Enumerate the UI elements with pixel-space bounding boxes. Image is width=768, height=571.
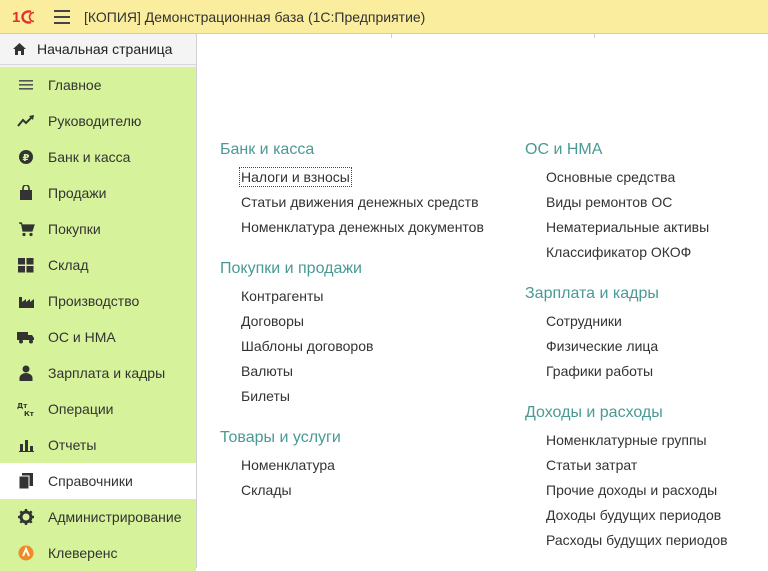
svg-text:₽: ₽ bbox=[23, 153, 30, 164]
directory-link[interactable]: Доходы будущих периодов bbox=[546, 506, 728, 531]
group: Доходы и расходы Номенклатурные группы Ста… bbox=[525, 403, 728, 556]
group: Товары и услуги Номенклатура Склады bbox=[220, 428, 484, 506]
sidebar-item-13[interactable]: Клеверенс bbox=[0, 535, 196, 571]
sidebar-item-label: Склад bbox=[48, 257, 89, 273]
sidebar-item-label: Главное bbox=[48, 77, 102, 93]
group: ОС и НМА Основные средства Виды ремонтов О… bbox=[525, 140, 728, 268]
group-title: Доходы и расходы bbox=[525, 404, 663, 421]
directory-link[interactable]: Налоги и взносы bbox=[239, 167, 484, 193]
directory-link[interactable]: Классификатор ОКОФ bbox=[546, 243, 728, 268]
group: Зарплата и кадры Сотрудники Физические лиц… bbox=[525, 284, 728, 387]
directory-link[interactable]: Виды ремонтов ОС bbox=[546, 193, 728, 218]
sidebar-item-label: Руководителю bbox=[48, 113, 142, 129]
sidebar-item-label: Отчеты bbox=[48, 437, 97, 453]
home-page-label: Начальная страница bbox=[37, 41, 173, 57]
sidebar-item-6[interactable]: Производство bbox=[0, 283, 196, 319]
1c-logo[interactable]: 1 bbox=[12, 7, 42, 27]
sections-list: Главное Руководителю ₽ Банк и касса Продажи П… bbox=[0, 67, 196, 571]
book-icon bbox=[17, 472, 35, 490]
link-list: Налоги и взносы Статьи движения денежных … bbox=[220, 167, 484, 243]
title-bar: 1 [КОПИЯ] Демонстрационная база (1С:Пред… bbox=[0, 0, 768, 34]
directory-link[interactable]: Статьи движения денежных средств bbox=[241, 193, 484, 218]
sidebar-item-label: ОС и НМА bbox=[48, 329, 116, 345]
svg-text:Кт: Кт bbox=[24, 410, 35, 417]
link-list: Контрагенты Договоры Шаблоны договоров Валю… bbox=[220, 287, 484, 412]
sidebar-item-1[interactable]: Руководителю bbox=[0, 103, 196, 139]
person-icon bbox=[17, 364, 35, 382]
group-title: Банк и касса bbox=[220, 141, 315, 158]
cleverence-icon bbox=[17, 544, 35, 562]
sidebar-item-11[interactable]: Справочники bbox=[0, 463, 196, 499]
home-icon bbox=[9, 42, 29, 56]
group-title: Товары и услуги bbox=[220, 429, 341, 446]
directory-link[interactable]: Физические лица bbox=[546, 337, 728, 362]
sidebar-item-2[interactable]: ₽ Банк и касса bbox=[0, 139, 196, 175]
link-list: Основные средства Виды ремонтов ОС Нематер… bbox=[525, 168, 728, 268]
sidebar-item-label: Справочники bbox=[48, 473, 133, 489]
app-title: [КОПИЯ] Демонстрационная база (1С:Предпр… bbox=[84, 8, 426, 25]
directory-link[interactable]: Прочие доходы и расходы bbox=[546, 481, 728, 506]
sidebar-item-label: Банк и касса bbox=[48, 149, 131, 165]
link-list: Сотрудники Физические лица Графики работы bbox=[525, 312, 728, 387]
sidebar-item-4[interactable]: Покупки bbox=[0, 211, 196, 247]
sidebar-item-9[interactable]: Дт Кт Операции bbox=[0, 391, 196, 427]
trend-up-icon bbox=[17, 112, 35, 130]
directory-link[interactable]: Основные средства bbox=[546, 168, 728, 193]
directory-link[interactable]: Сотрудники bbox=[546, 312, 728, 337]
cart-icon bbox=[17, 220, 35, 238]
home-page-item[interactable]: Начальная страница bbox=[0, 34, 196, 65]
directory-link[interactable]: Графики работы bbox=[546, 362, 728, 387]
directories-panel: Банк и касса Налоги и взносы Статьи движен… bbox=[198, 34, 768, 568]
directory-link[interactable]: Шаблоны договоров bbox=[241, 337, 484, 362]
left-column: Банк и касса Налоги и взносы Статьи движен… bbox=[220, 140, 484, 522]
directory-link[interactable]: Нематериальные активы bbox=[546, 218, 728, 243]
sidebar-item-0[interactable]: Главное bbox=[0, 67, 196, 103]
coin-icon: ₽ bbox=[17, 148, 35, 166]
tab-strip bbox=[198, 34, 768, 38]
shopping-bag-icon bbox=[17, 184, 35, 202]
sidebar-item-label: Операции bbox=[48, 401, 114, 417]
directory-link[interactable]: Склады bbox=[241, 481, 484, 506]
sidebar-item-12[interactable]: Администрирование bbox=[0, 499, 196, 535]
group: Банк и касса Налоги и взносы Статьи движен… bbox=[220, 140, 484, 243]
directory-link[interactable]: Договоры bbox=[241, 312, 484, 337]
sidebar-item-7[interactable]: ОС и НМА bbox=[0, 319, 196, 355]
sidebar-item-5[interactable]: Склад bbox=[0, 247, 196, 283]
warehouse-grid-icon bbox=[17, 256, 35, 274]
truck-icon bbox=[17, 328, 35, 346]
factory-icon bbox=[17, 292, 35, 310]
sidebar-item-label: Зарплата и кадры bbox=[48, 365, 166, 381]
sidebar-item-label: Производство bbox=[48, 293, 140, 309]
gear-icon bbox=[17, 508, 35, 526]
bar-chart-icon bbox=[17, 436, 35, 454]
group-title: Покупки и продажи bbox=[220, 260, 362, 277]
link-list: Номенклатура Склады bbox=[220, 456, 484, 506]
directory-link[interactable]: Билеты bbox=[241, 387, 484, 412]
debit-credit-icon: Дт Кт bbox=[17, 400, 35, 418]
directory-link[interactable]: Номенклатура bbox=[241, 456, 484, 481]
directory-link[interactable]: Контрагенты bbox=[241, 287, 484, 312]
sidebar-item-label: Продажи bbox=[48, 185, 107, 201]
directory-link[interactable]: Статьи затрат bbox=[546, 456, 728, 481]
group-title: Зарплата и кадры bbox=[525, 285, 659, 302]
sidebar-item-3[interactable]: Продажи bbox=[0, 175, 196, 211]
right-column: ОС и НМА Основные средства Виды ремонтов О… bbox=[525, 140, 728, 568]
sidebar-item-8[interactable]: Зарплата и кадры bbox=[0, 355, 196, 391]
sidebar-item-label: Покупки bbox=[48, 221, 101, 237]
svg-text:Дт: Дт bbox=[17, 402, 28, 410]
directory-link[interactable]: Номенклатурные группы bbox=[546, 431, 728, 456]
directory-link[interactable]: Номенклатура денежных документов bbox=[241, 218, 484, 243]
main-menu-icon[interactable] bbox=[54, 9, 70, 24]
directory-link[interactable]: Расходы будущих периодов bbox=[546, 531, 728, 556]
group-title: ОС и НМА bbox=[525, 141, 603, 158]
sections-panel: Начальная страница Главное Руководителю ₽ Б… bbox=[0, 34, 197, 571]
link-list: Номенклатурные группы Статьи затрат Прочие… bbox=[525, 431, 728, 556]
svg-text:1: 1 bbox=[12, 9, 20, 26]
sidebar-item-10[interactable]: Отчеты bbox=[0, 427, 196, 463]
sidebar-item-label: Клеверенс bbox=[48, 545, 118, 561]
sidebar-item-label: Администрирование bbox=[48, 509, 182, 525]
group: Покупки и продажи Контрагенты Договоры Шабл… bbox=[220, 259, 484, 412]
menu-lines-icon bbox=[17, 76, 35, 94]
directory-link[interactable]: Валюты bbox=[241, 362, 484, 387]
